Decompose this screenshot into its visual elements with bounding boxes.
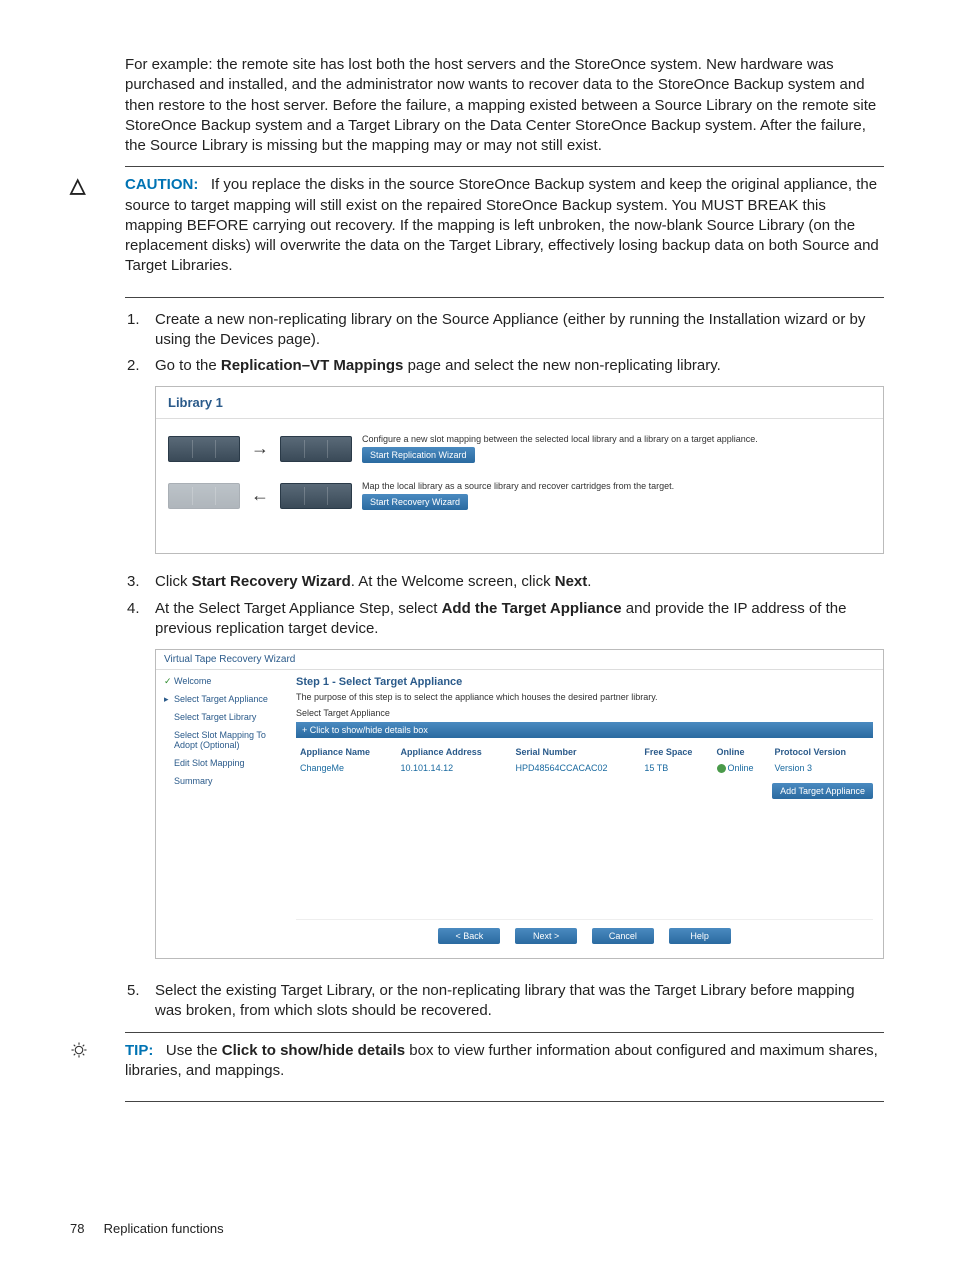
add-target-appliance-button[interactable]: Add Target Appliance: [772, 783, 873, 799]
sidebar-item-edit-slot-mapping[interactable]: Edit Slot Mapping: [164, 758, 278, 768]
step-5: 5. Select the existing Target Library, o…: [125, 981, 884, 1022]
col-serial: Serial Number: [511, 744, 640, 760]
step-3: 3. Click Start Recovery Wizard. At the W…: [125, 572, 884, 592]
status-online-icon: [717, 764, 726, 773]
step-subheading: Select Target Appliance: [296, 708, 873, 718]
col-online: Online: [713, 744, 771, 760]
screenshot-recovery-wizard: Virtual Tape Recovery Wizard Welcome Sel…: [155, 649, 884, 959]
section-title: Replication functions: [104, 1221, 224, 1236]
next-button[interactable]: Next >: [515, 928, 577, 944]
sidebar-item-select-target-library[interactable]: Select Target Library: [164, 712, 278, 722]
table-row[interactable]: ChangeMe 10.101.14.12 HPD48564CCACAC02 1…: [296, 760, 873, 776]
start-recovery-wizard-button[interactable]: Start Recovery Wizard: [362, 494, 468, 510]
cancel-button[interactable]: Cancel: [592, 928, 654, 944]
tape-drive-icon: [280, 436, 352, 462]
help-button[interactable]: Help: [669, 928, 731, 944]
col-name: Appliance Name: [296, 744, 397, 760]
col-addr: Appliance Address: [397, 744, 512, 760]
wizard-sidebar: Welcome Select Target Appliance Select T…: [156, 670, 286, 958]
sidebar-item-select-slot-mapping[interactable]: Select Slot Mapping To Adopt (Optional): [164, 730, 278, 750]
tip-box: TIP: Use the Click to show/hide details …: [125, 1032, 884, 1103]
library-title: Library 1: [156, 387, 883, 419]
details-toggle[interactable]: + Click to show/hide details box: [296, 722, 873, 738]
step-desc: The purpose of this step is to select th…: [296, 692, 873, 702]
sidebar-item-select-target-appliance[interactable]: Select Target Appliance: [164, 694, 278, 704]
wizard-title: Virtual Tape Recovery Wizard: [156, 650, 883, 669]
page-footer: 78 Replication functions: [70, 1221, 224, 1236]
step-heading: Step 1 - Select Target Appliance: [296, 676, 873, 688]
caution-box: △ CAUTION: If you replace the disks in t…: [125, 166, 884, 297]
caution-icon: △: [70, 173, 85, 198]
sidebar-item-summary[interactable]: Summary: [164, 776, 278, 786]
step-1: 1. Create a new non-replicating library …: [125, 310, 884, 351]
tape-drive-icon: [280, 483, 352, 509]
page-number: 78: [70, 1221, 100, 1236]
appliance-table: Appliance Name Appliance Address Serial …: [296, 744, 873, 776]
col-proto: Protocol Version: [771, 744, 873, 760]
caution-text: CAUTION: If you replace the disks in the…: [125, 175, 884, 276]
tape-drive-icon: [168, 483, 240, 509]
col-free: Free Space: [640, 744, 712, 760]
caution-label: CAUTION:: [125, 176, 198, 193]
arrow-right-icon: →: [250, 438, 270, 459]
tip-icon: [70, 1041, 88, 1064]
tape-drive-icon: [168, 436, 240, 462]
tip-label: TIP:: [125, 1042, 153, 1059]
screenshot-library-mapping: Library 1 → Configure a new slot mapping…: [155, 386, 884, 554]
arrow-left-icon: ←: [250, 485, 270, 506]
intro-para: For example: the remote site has lost bo…: [125, 55, 884, 156]
start-replication-wizard-button[interactable]: Start Replication Wizard: [362, 447, 475, 463]
step-4: 4. At the Select Target Appliance Step, …: [125, 599, 884, 640]
sidebar-item-welcome[interactable]: Welcome: [164, 676, 278, 686]
back-button[interactable]: < Back: [438, 928, 500, 944]
tip-text: TIP: Use the Click to show/hide details …: [125, 1041, 884, 1082]
step-2: 2. Go to the Replication–VT Mappings pag…: [125, 356, 884, 376]
